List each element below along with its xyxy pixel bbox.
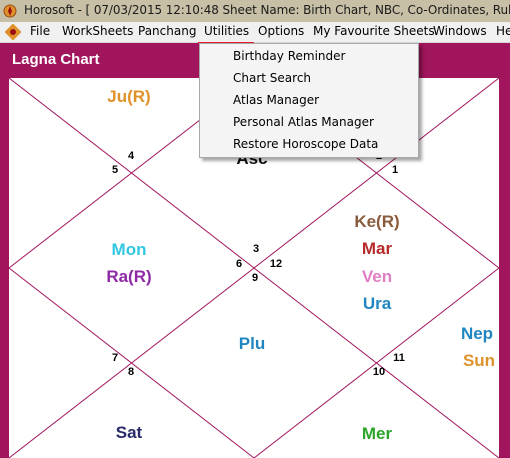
planet-sun: Sun	[462, 351, 496, 370]
horosoft-logo-icon	[3, 4, 17, 18]
menu-file[interactable]: File	[30, 24, 50, 38]
house-number-7: 7	[111, 352, 119, 364]
menu-item-chart-search[interactable]: Chart Search	[233, 71, 311, 85]
menu-item-restore-horoscope-data[interactable]: Restore Horoscope Data	[233, 137, 378, 151]
planet-mars: Mar	[361, 239, 393, 258]
house-number-8: 8	[127, 366, 135, 378]
menu-my-favourite-sheets[interactable]: My Favourite Sheets	[313, 24, 435, 38]
house-number-5: 5	[111, 164, 119, 176]
planet-moon: Mon	[111, 240, 147, 259]
menu-worksheets[interactable]: WorkSheets	[62, 24, 133, 38]
planet-jupiter-retro: Ju(R)	[107, 87, 151, 106]
planet-saturn: Sat	[115, 423, 143, 442]
planet-uranus: Ura	[362, 294, 392, 313]
house-number-1: 1	[391, 164, 399, 176]
menu-item-atlas-manager[interactable]: Atlas Manager	[233, 93, 319, 107]
chart-title: Lagna Chart	[12, 51, 100, 68]
planet-neptune: Nep	[460, 324, 494, 343]
menu-panchang[interactable]: Panchang	[138, 24, 196, 38]
title-bar: Horosoft - [ 07/03/2015 12:10:48 Sheet N…	[0, 0, 510, 22]
planet-venus: Ven	[361, 267, 393, 286]
menu-options[interactable]: Options	[258, 24, 304, 38]
menu-bar: File WorkSheets Panchang Utilities Optio…	[0, 22, 510, 65]
planet-pluto: Plu	[238, 334, 266, 353]
house-number-11: 11	[393, 352, 405, 364]
menu-utilities[interactable]: Utilities	[204, 24, 249, 38]
house-number-3: 3	[252, 243, 260, 255]
house-number-12: 12	[269, 258, 283, 270]
app-menu-icon[interactable]	[5, 24, 21, 40]
window-title: Horosoft - [ 07/03/2015 12:10:48 Sheet N…	[24, 3, 510, 17]
menu-help[interactable]: He	[496, 24, 510, 38]
house-number-4: 4	[127, 150, 135, 162]
menu-item-personal-atlas-manager[interactable]: Personal Atlas Manager	[233, 115, 374, 129]
planet-rahu-retro: Ra(R)	[106, 267, 152, 286]
house-number-10: 10	[372, 366, 386, 378]
house-number-6: 6	[235, 258, 243, 270]
utilities-dropdown-menu: Birthday Reminder Chart Search Atlas Man…	[199, 43, 419, 158]
planet-ketu-retro: Ke(R)	[354, 212, 400, 231]
menu-item-birthday-reminder[interactable]: Birthday Reminder	[233, 49, 345, 63]
planet-mercury: Mer	[361, 424, 393, 443]
menu-windows[interactable]: Windows	[433, 24, 487, 38]
house-number-9: 9	[251, 272, 259, 284]
